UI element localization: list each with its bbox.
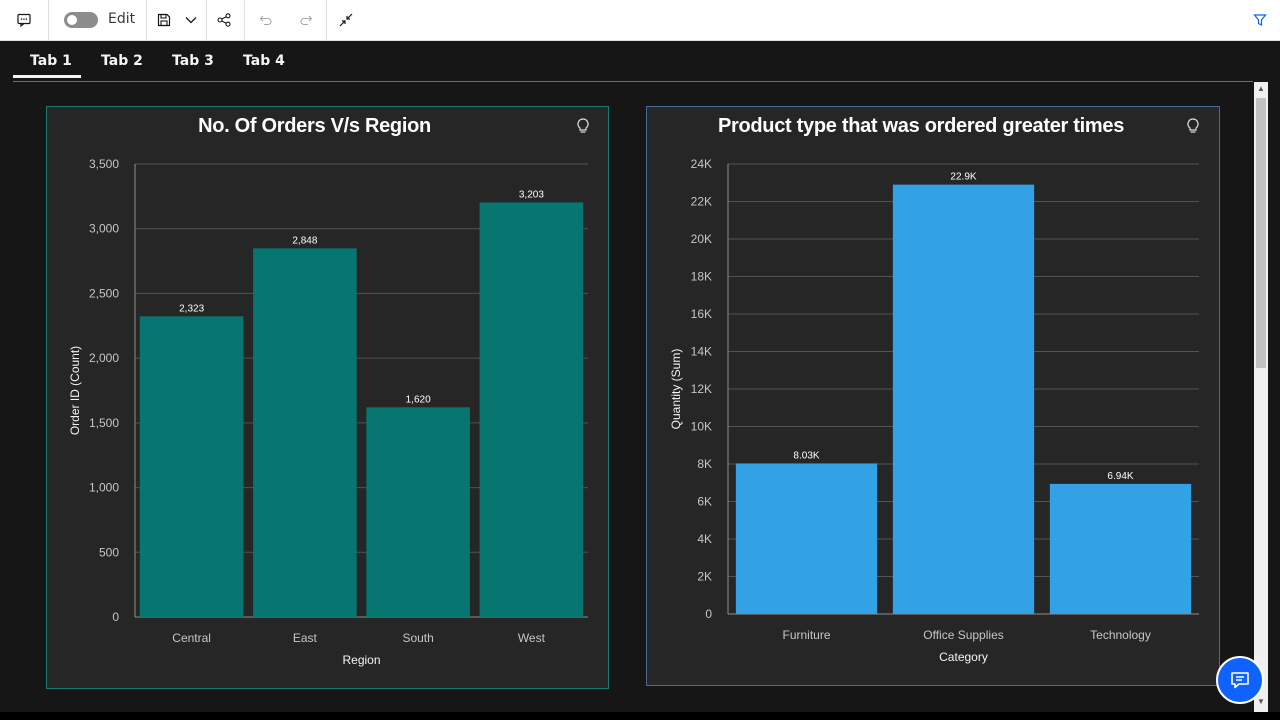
redo-icon[interactable] [294,0,318,40]
tab-bar: Tab 1 Tab 2 Tab 3 Tab 4 [0,41,1280,81]
y-tick-label: 2K [697,570,712,584]
comment-icon[interactable] [8,0,40,40]
y-axis-label: Quantity (Sum) [669,349,683,430]
x-tick-label: South [402,631,433,645]
x-tick-label: Furniture [782,628,830,642]
scrollbar-thumb[interactable] [1256,98,1266,368]
toolbar-divider [326,0,327,40]
undo-icon[interactable] [254,0,278,40]
y-tick-label: 2,500 [89,286,119,300]
bottom-strip [0,712,1280,720]
top-toolbar: Edit [0,0,1280,41]
y-axis-label: Order ID (Count) [68,346,82,435]
y-tick-label: 4K [697,532,712,546]
data-label: 2,323 [179,303,204,314]
x-axis-label: Region [342,653,380,667]
selected-tab-indicator [13,75,81,78]
chart-title: Product type that was ordered greater ti… [717,115,1125,137]
y-tick-label: 1,000 [89,481,119,495]
toolbar-divider [146,0,147,40]
toolbar-divider [48,0,49,40]
y-tick-label: 6K [697,495,712,509]
lightbulb-icon[interactable] [574,116,592,136]
y-tick-label: 24K [691,157,712,171]
x-tick-label: West [518,631,546,645]
data-label: 2,848 [292,235,317,246]
tab-3[interactable]: Tab 3 [172,53,214,69]
product-type-chart: 0 2K 4K 6K 8K 10K 12K 14K 16K 18K 20K 22K 24K 8.03K Fu… [669,157,1199,664]
orders-by-region-chart: 0 500 1,000 1,500 2,000 2,500 3,000 3,500 2,323 C… [68,157,588,667]
data-label: 8.03K [793,450,819,461]
data-label: 6.94K [1107,471,1133,482]
y-tick-label: 16K [691,307,712,321]
data-label: 22.9K [950,172,976,183]
collapse-icon[interactable] [334,0,358,40]
lightbulb-icon[interactable] [1184,116,1202,136]
y-tick-label: 18K [691,270,712,284]
chart-title: No. Of Orders V/s Region [198,115,431,137]
save-icon[interactable] [152,0,176,40]
toolbar-divider [206,0,207,40]
y-tick-label: 1,500 [89,416,119,430]
y-tick-label: 22K [691,195,712,209]
bar [479,202,584,617]
y-tick-label: 3,000 [89,222,119,236]
y-tick-label: 12K [691,382,712,396]
toolbar-divider [244,0,245,40]
bar [735,463,878,614]
y-tick-label: 20K [691,232,712,246]
chat-button[interactable] [1216,656,1264,704]
x-axis-label: Category [939,650,988,664]
tab-4[interactable]: Tab 4 [243,53,285,69]
scroll-up-arrow-icon[interactable]: ▲ [1256,84,1266,94]
y-tick-label: 8K [697,457,712,471]
x-tick-label: Central [172,631,211,645]
edit-label: Edit [108,11,136,27]
x-tick-label: Technology [1090,628,1151,642]
x-tick-label: East [293,631,318,645]
bar [253,248,357,617]
y-tick-label: 500 [99,545,119,559]
y-tick-label: 2,000 [89,351,119,365]
y-tick-label: 14K [691,345,712,359]
bar [139,316,244,617]
share-icon[interactable] [212,0,236,40]
chevron-down-icon[interactable] [180,0,202,40]
scroll-down-arrow-icon[interactable]: ▼ [1256,697,1266,707]
y-tick-label: 10K [691,420,712,434]
y-tick-label: 3,500 [89,157,119,171]
y-tick-label: 0 [705,607,712,621]
edit-toggle[interactable] [64,12,98,28]
x-tick-label: Office Supplies [923,628,1004,642]
tab-1[interactable]: Tab 1 [30,53,72,69]
bar [366,407,470,617]
bar [892,184,1035,614]
chat-icon [1231,672,1249,689]
data-label: 1,620 [406,394,431,405]
y-tick-label: 0 [112,610,119,624]
bar [1049,483,1192,614]
data-label: 3,203 [519,189,544,200]
tab-2[interactable]: Tab 2 [101,53,143,69]
filter-icon[interactable] [1248,0,1272,40]
